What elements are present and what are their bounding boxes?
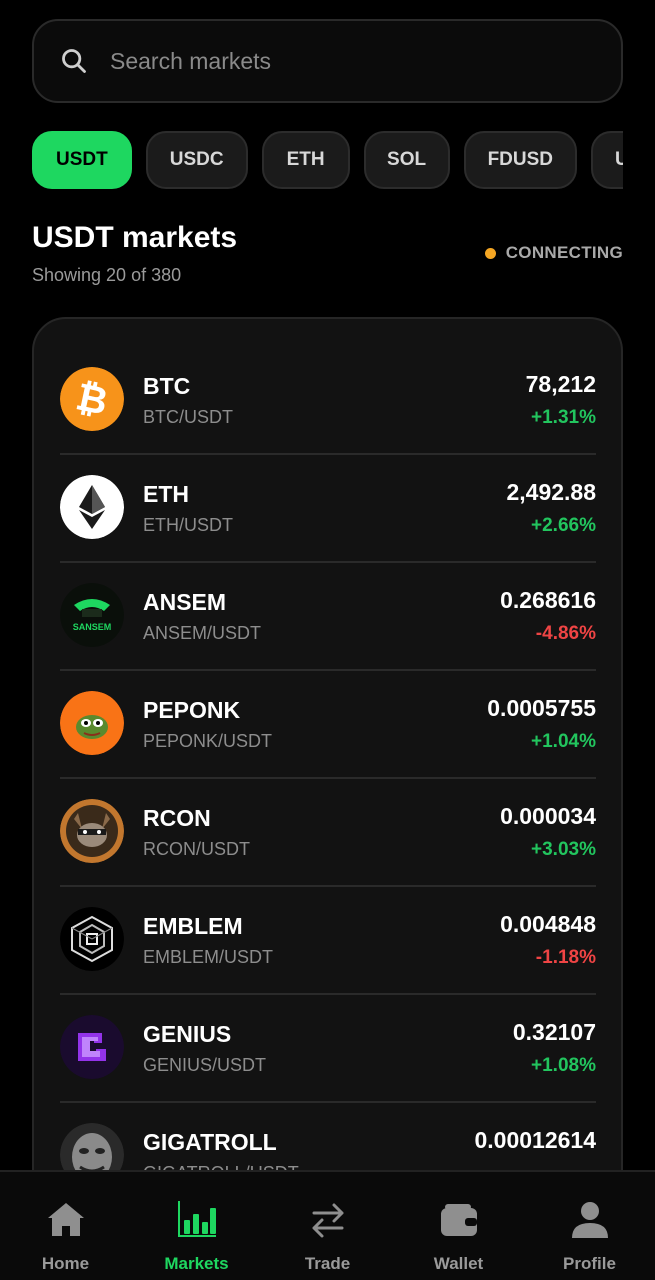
quote-currency-filter: USDT USDC ETH SOL FDUSD US xyxy=(32,131,623,189)
tab-profile[interactable]: Profile xyxy=(524,1172,655,1280)
market-price: 2,492.88 xyxy=(506,479,596,505)
search-icon xyxy=(62,49,86,73)
chip-sol[interactable]: SOL xyxy=(363,131,450,189)
market-symbol: GIGATROLL xyxy=(143,1129,277,1155)
market-price: 0.0005755 xyxy=(487,695,596,721)
market-count: Showing 20 of 380 xyxy=(32,265,182,285)
tab-label: Trade xyxy=(304,1254,351,1273)
market-pair: RCON/USDT xyxy=(143,839,250,859)
ansem-logo-icon: SANSEM xyxy=(60,583,124,647)
home-icon xyxy=(47,1203,84,1236)
market-pair: GENIUS/USDT xyxy=(143,1055,267,1075)
chip-usdc[interactable]: USDC xyxy=(145,131,248,189)
status-dot-icon xyxy=(484,247,496,259)
tab-label: Home xyxy=(41,1254,90,1273)
market-row-btc[interactable]: ₿ BTC BTC/USDT 78,212 +1.31% xyxy=(60,347,596,455)
market-pair: ANSEM/USDT xyxy=(143,623,262,643)
chip-usdt[interactable]: USDT xyxy=(32,131,132,189)
bottom-tab-bar: Home Markets Trade Wallet Profile xyxy=(0,1170,655,1280)
market-symbol: GENIUS xyxy=(143,1021,232,1047)
emblem-logo-icon xyxy=(60,907,124,971)
connection-status: CONNECTING xyxy=(484,243,623,263)
market-symbol: ANSEM xyxy=(143,589,227,615)
chip-eth[interactable]: ETH xyxy=(261,131,350,189)
market-pair: EMBLEM/USDT xyxy=(143,947,274,967)
market-row-rcon[interactable]: RCON RCON/USDT 0.000034 +3.03% xyxy=(60,779,596,887)
tab-label: Profile xyxy=(563,1254,616,1273)
search-input[interactable] xyxy=(110,47,560,75)
market-change: +2.66% xyxy=(531,515,596,536)
market-pair: BTC/USDT xyxy=(143,407,233,427)
market-price: 0.000034 xyxy=(500,803,596,829)
market-price: 0.268616 xyxy=(500,587,596,613)
tab-trade[interactable]: Trade xyxy=(262,1172,393,1280)
rcon-logo-icon xyxy=(60,799,124,863)
market-price: 0.32107 xyxy=(512,1019,596,1045)
market-change: +1.04% xyxy=(531,731,596,752)
market-price: 0.004848 xyxy=(500,911,596,937)
market-symbol: EMBLEM xyxy=(143,913,243,939)
search-bar[interactable] xyxy=(32,19,623,103)
market-price: 0.00012614 xyxy=(474,1127,596,1153)
market-pair: PEPONK/USDT xyxy=(143,731,273,751)
chip-us[interactable]: US xyxy=(591,131,623,189)
chip-fdusd[interactable]: FDUSD xyxy=(463,131,578,189)
market-change: -4.86% xyxy=(535,623,596,644)
eth-logo-icon xyxy=(60,475,124,539)
market-symbol: PEPONK xyxy=(143,697,241,723)
genius-logo-icon xyxy=(60,1015,124,1079)
market-symbol: BTC xyxy=(143,373,191,399)
page-title: USDT markets xyxy=(32,221,238,254)
status-label: CONNECTING xyxy=(505,243,623,262)
tab-markets[interactable]: Markets xyxy=(131,1172,262,1280)
market-symbol: ETH xyxy=(143,481,189,507)
market-row-genius[interactable]: GENIUS GENIUS/USDT 0.32107 +1.08% xyxy=(60,995,596,1103)
trade-icon xyxy=(312,1203,343,1238)
market-row-eth[interactable]: ETH ETH/USDT 2,492.88 +2.66% xyxy=(60,455,596,563)
market-change: +1.08% xyxy=(531,1055,596,1076)
btc-logo-icon: ₿ xyxy=(60,367,124,431)
svg-text:SANSEM: SANSEM xyxy=(73,622,112,632)
market-change: +1.31% xyxy=(531,407,596,428)
wallet-icon xyxy=(440,1204,477,1236)
tab-wallet[interactable]: Wallet xyxy=(393,1172,524,1280)
market-symbol: RCON xyxy=(143,805,211,831)
market-row-peponk[interactable]: PEPONK PEPONK/USDT 0.0005755 +1.04% xyxy=(60,671,596,779)
profile-icon xyxy=(571,1202,608,1238)
tab-home[interactable]: Home xyxy=(0,1172,131,1280)
tab-label: Wallet xyxy=(433,1254,484,1273)
market-change: -1.18% xyxy=(535,947,596,968)
market-change: +3.03% xyxy=(531,839,596,860)
peponk-logo-icon xyxy=(60,691,124,755)
markets-list: ₿ BTC BTC/USDT 78,212 +1.31% ETH ETH/USD… xyxy=(32,317,623,1280)
market-price: 78,212 xyxy=(525,371,596,397)
market-pair: ETH/USDT xyxy=(143,515,233,535)
market-row-emblem[interactable]: EMBLEM EMBLEM/USDT 0.004848 -1.18% xyxy=(60,887,596,995)
tab-label: Markets xyxy=(164,1254,229,1273)
market-row-ansem[interactable]: SANSEM ANSEM ANSEM/USDT 0.268616 -4.86% xyxy=(60,563,596,671)
markets-icon xyxy=(177,1201,216,1237)
